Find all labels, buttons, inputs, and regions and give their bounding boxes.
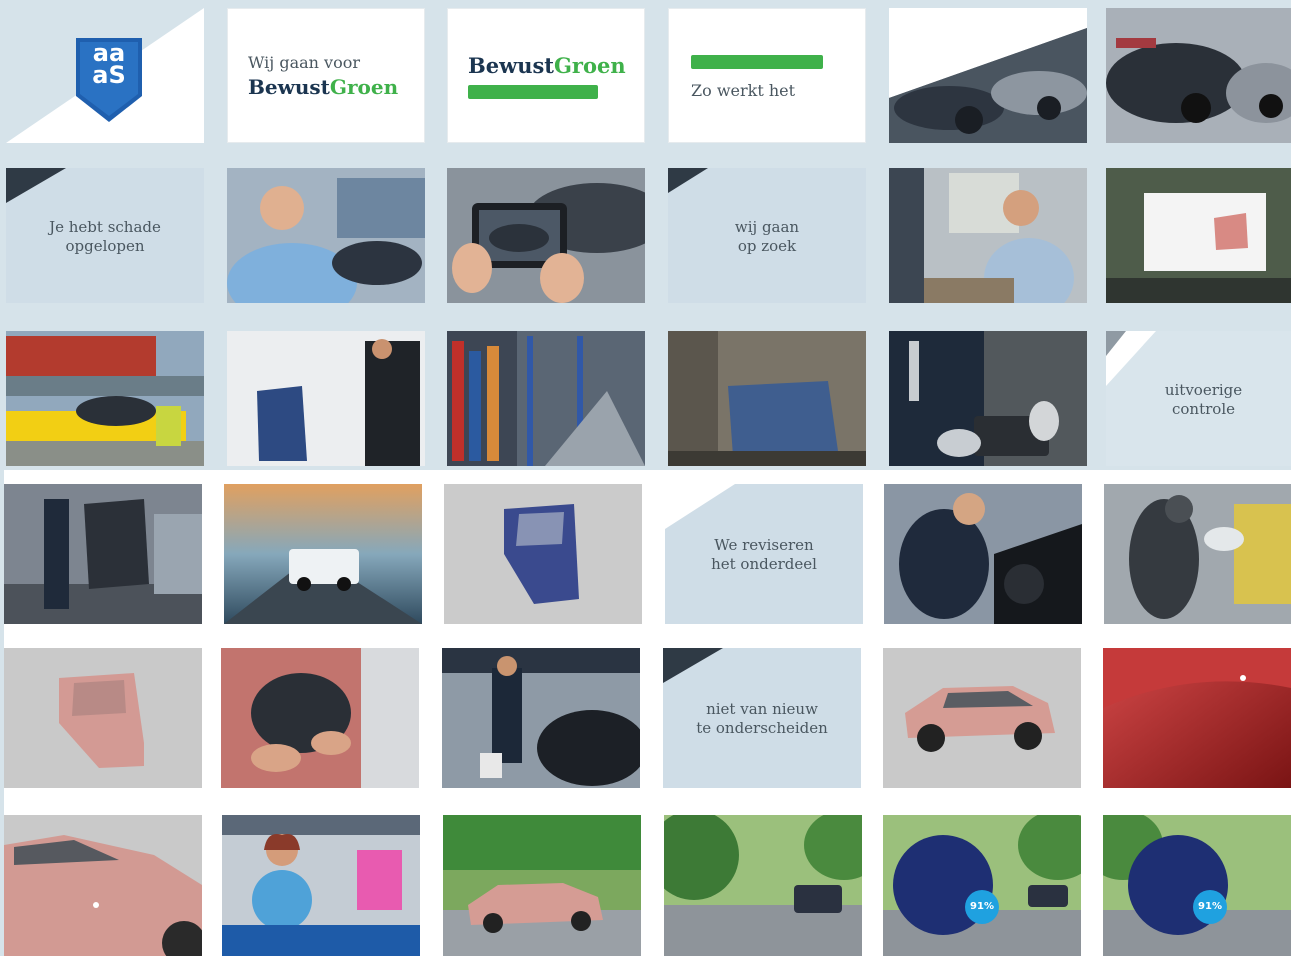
zoek-tile: wij gaan op zoek	[668, 168, 866, 303]
brand-green-bar	[468, 85, 598, 99]
reviseren-line1: We reviseren	[714, 536, 814, 554]
photo-damaged-cars	[889, 8, 1087, 143]
badge-score-circle: 91%	[1193, 890, 1227, 924]
photo-polishing-car	[884, 484, 1082, 624]
slogan-brand: BewustGroen	[248, 75, 398, 99]
brand-wordmark: BewustGroen	[468, 53, 626, 78]
schade-text: Je hebt schade opgelopen	[6, 218, 204, 256]
photo-blue-door	[444, 484, 642, 624]
schade-line1: Je hebt schade	[49, 218, 161, 236]
photo-badge-card-1: 91%	[883, 815, 1081, 956]
photo-pink-car	[883, 648, 1081, 788]
corner-decoration	[668, 168, 708, 193]
reviseren-line2: het onderdeel	[711, 555, 817, 573]
reviseren-tile: We reviseren het onderdeel	[665, 484, 863, 624]
corner-decoration	[663, 648, 723, 683]
logo-bottom: aS	[92, 61, 126, 89]
reviseren-text: We reviseren het onderdeel	[665, 536, 863, 574]
brand-tile: BewustGroen	[447, 8, 645, 143]
photo-badge-card-2: 91%	[1103, 815, 1291, 956]
nieuw-tile: niet van nieuw te onderscheiden	[663, 648, 861, 788]
schade-tile: Je hebt schade opgelopen	[6, 168, 204, 303]
photo-van-road	[224, 484, 422, 624]
photo-car-leaves	[664, 815, 862, 956]
brand-bewust: Bewust	[468, 53, 554, 78]
photo-tablet-car	[447, 168, 645, 303]
badge-score-circle: 91%	[965, 890, 999, 924]
controle-tile: uitvoerige controle	[1106, 331, 1291, 466]
white-corner-decoration	[665, 484, 735, 529]
photo-office-phone	[889, 168, 1087, 303]
photo-door-repair-hands	[221, 648, 419, 788]
photo-hands-car-door	[668, 331, 866, 466]
photo-red-car-closeup	[1103, 648, 1291, 788]
logo-text: aa aS	[84, 41, 134, 89]
how-text: Zo werkt het	[691, 81, 796, 100]
zoek-line1: wij gaan	[734, 218, 800, 236]
photo-painter-garage	[442, 648, 640, 788]
photo-pink-door	[4, 648, 202, 788]
schade-line2: opgelopen	[65, 237, 145, 255]
photo-monitor-door	[1106, 168, 1291, 303]
logo-tile: aa aS	[6, 8, 204, 143]
nieuw-text: niet van nieuw te onderscheiden	[663, 700, 861, 738]
slogan-tile: Wij gaan voor BewustGroen	[227, 8, 425, 143]
photo-door-inspection	[227, 331, 425, 466]
photo-man-photographing-car	[227, 168, 425, 303]
zoek-line2: op zoek	[737, 237, 797, 255]
photo-pink-car-trees	[443, 815, 641, 956]
how-green-bar	[691, 55, 823, 69]
photo-warehouse-racks	[447, 331, 645, 466]
photo-tablet-mechanic	[889, 331, 1087, 466]
corner-car-decoration	[6, 168, 66, 203]
slogan-bewust: Bewust	[248, 75, 330, 99]
nieuw-line1: niet van nieuw	[706, 700, 818, 718]
slogan-groen: Groen	[329, 75, 399, 99]
photo-pink-car-closeup	[4, 815, 202, 956]
controle-line2: controle	[1172, 400, 1235, 418]
zoek-text: wij gaan op zoek	[668, 218, 866, 256]
photo-spray-painting	[1104, 484, 1291, 624]
photo-tow-truck	[6, 331, 204, 466]
photo-workshop-door	[4, 484, 202, 624]
controle-line1: uitvoerige	[1164, 381, 1243, 399]
photo-woman-service-desk	[222, 815, 420, 956]
brand-groen: Groen	[553, 53, 626, 78]
photo-damaged-cars-2	[1106, 8, 1291, 143]
how-it-works-tile: Zo werkt het	[668, 8, 866, 143]
slogan-line1: Wij gaan voor	[248, 53, 360, 72]
controle-text: uitvoerige controle	[1116, 381, 1291, 419]
nieuw-line2: te onderscheiden	[696, 719, 828, 737]
